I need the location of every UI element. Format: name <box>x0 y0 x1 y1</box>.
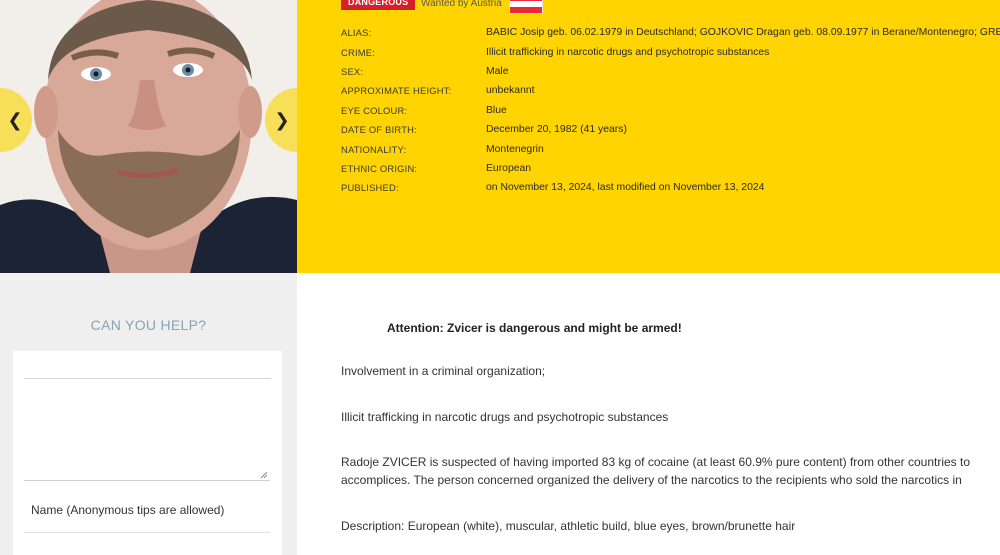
detail-label: ETHNIC ORIGIN: <box>341 162 418 174</box>
tip-form: Name (Anonymous tips are allowed) <box>13 351 282 555</box>
description-paragraph: Illicit trafficking in narcotic drugs an… <box>341 410 669 424</box>
detail-value: Illicit trafficking in narcotic drugs an… <box>486 46 770 58</box>
detail-value: Male <box>486 65 509 77</box>
detail-row-nationality: NATIONALITY: Montenegrin <box>341 139 1000 158</box>
detail-row-eye-colour: EYE COLOUR: Blue <box>341 101 1000 120</box>
description-paragraph: Description: European (white), muscular,… <box>341 519 796 533</box>
next-form-field[interactable] <box>24 534 270 555</box>
suspect-info-panel: DANGEROUS Wanted by Austria ALIAS: BABIC… <box>297 0 1000 273</box>
description-paragraph: accomplices. The person concerned organi… <box>341 473 962 487</box>
detail-value: December 20, 1982 (41 years) <box>486 124 627 136</box>
detail-label: APPROXIMATE HEIGHT: <box>341 85 452 97</box>
attention-warning: Attention: Zvicer is dangerous and might… <box>387 321 682 335</box>
description-paragraph: Radoje ZVICER is suspected of having imp… <box>341 455 970 469</box>
detail-label: CRIME: <box>341 46 376 58</box>
detail-value: Blue <box>486 104 507 116</box>
detail-row-alias: ALIAS: BABIC Josip geb. 06.02.1979 in De… <box>341 23 1000 42</box>
dangerous-badge: DANGEROUS <box>341 0 416 10</box>
detail-label: PUBLISHED: <box>341 182 399 194</box>
form-divider <box>24 378 271 379</box>
description-paragraph: Involvement in a criminal organization; <box>341 364 546 378</box>
detail-row-crime: CRIME: Illicit trafficking in narcotic d… <box>341 42 1000 61</box>
name-field[interactable]: Name (Anonymous tips are allowed) <box>24 487 270 533</box>
detail-row-date-of-birth: DATE OF BIRTH: December 20, 1982 (41 yea… <box>341 120 1000 139</box>
suspect-photo <box>0 0 297 273</box>
help-title: CAN YOU HELP? <box>90 317 207 333</box>
detail-value: European <box>486 162 532 174</box>
detail-label: DATE OF BIRTH: <box>341 124 417 136</box>
details-list: ALIAS: BABIC Josip geb. 06.02.1979 in De… <box>341 23 1000 198</box>
detail-value: on November 13, 2024, last modified on N… <box>486 182 765 194</box>
resize-grip-icon[interactable] <box>258 469 268 479</box>
tip-message-textarea[interactable] <box>24 381 270 481</box>
case-description: Attention: Zvicer is dangerous and might… <box>297 273 1000 555</box>
wanted-by-label: Wanted by Austria <box>421 0 502 9</box>
detail-label: EYE COLOUR: <box>341 104 408 116</box>
detail-value: Montenegrin <box>486 143 544 155</box>
detail-label: NATIONALITY: <box>341 143 407 155</box>
suspect-photo-area: ❮ ❯ <box>0 0 297 273</box>
detail-row-sex: SEX: Male <box>341 62 1000 81</box>
detail-label: ALIAS: <box>341 27 372 39</box>
detail-row-ethnic-origin: ETHNIC ORIGIN: European <box>341 159 1000 178</box>
detail-label: SEX: <box>341 65 364 77</box>
austria-flag-icon <box>509 0 543 14</box>
detail-value: unbekannt <box>486 85 535 97</box>
detail-row-published: PUBLISHED: on November 13, 2024, last mo… <box>341 178 1000 197</box>
help-sidebar: CAN YOU HELP? Name (Anonymous tips are a… <box>0 273 297 555</box>
detail-row-height: APPROXIMATE HEIGHT: unbekannt <box>341 81 1000 100</box>
detail-value: BABIC Josip geb. 06.02.1979 in Deutschla… <box>486 27 1000 39</box>
